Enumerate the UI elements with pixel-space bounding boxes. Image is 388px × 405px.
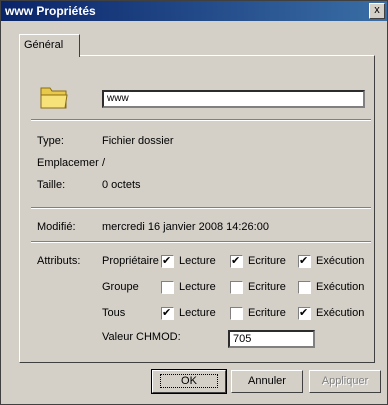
owner-exec-checkbox[interactable]	[298, 254, 311, 268]
read-label: Lecture	[179, 255, 216, 267]
all-exec-checkbox[interactable]	[298, 306, 311, 320]
properties-dialog: www Propriétés x Général www Type: Fichi…	[0, 0, 388, 405]
tab-general-label: Général	[24, 39, 64, 51]
separator	[31, 241, 371, 243]
owner-label: Propriétaire	[102, 255, 159, 267]
modified-label: Modifié:	[37, 221, 76, 233]
attributes-label: Attributs:	[37, 255, 81, 267]
close-button[interactable]: x	[369, 3, 385, 19]
exec-label: Exécution	[316, 307, 365, 319]
type-value: Fichier dossier	[102, 135, 174, 147]
group-write-checkbox[interactable]	[230, 281, 243, 294]
size-label: Taille:	[37, 179, 66, 191]
group-read-checkbox[interactable]	[161, 281, 174, 294]
apply-button[interactable]: Appliquer	[309, 370, 381, 393]
all-read-checkbox[interactable]	[161, 306, 174, 320]
all-label: Tous	[102, 307, 126, 319]
cancel-button-label: Annuler	[248, 375, 286, 387]
owner-read-checkbox[interactable]	[161, 254, 174, 268]
title-bar[interactable]: www Propriétés x	[1, 1, 387, 21]
separator	[31, 207, 371, 209]
chmod-field[interactable]: 705	[228, 330, 315, 348]
folder-icon	[40, 87, 68, 109]
type-label: Type:	[37, 135, 64, 147]
read-label: Lecture	[179, 281, 216, 293]
write-label: Ecriture	[248, 307, 286, 319]
read-label: Lecture	[179, 307, 216, 319]
write-label: Ecriture	[248, 281, 286, 293]
location-value: /	[102, 157, 106, 169]
cancel-button[interactable]: Annuler	[231, 370, 303, 393]
owner-write-checkbox[interactable]	[230, 254, 243, 268]
location-label: Emplacemer	[37, 157, 99, 169]
write-label: Ecriture	[248, 255, 286, 267]
size-value: 0 octets	[102, 179, 141, 191]
chmod-label: Valeur CHMOD:	[102, 331, 181, 343]
ok-button-label: OK	[160, 374, 218, 388]
exec-label: Exécution	[316, 255, 365, 267]
tab-general[interactable]: Général	[19, 34, 80, 57]
window-title: www Propriétés	[5, 4, 96, 18]
separator	[31, 119, 371, 121]
group-label: Groupe	[102, 281, 139, 293]
ok-button[interactable]: OK	[151, 369, 227, 394]
all-write-checkbox[interactable]	[230, 307, 243, 320]
group-exec-checkbox[interactable]	[298, 281, 311, 294]
name-field[interactable]: www	[102, 90, 365, 108]
modified-value: mercredi 16 janvier 2008 14:26:00	[102, 221, 269, 233]
exec-label: Exécution	[316, 281, 365, 293]
apply-button-label: Appliquer	[321, 375, 369, 387]
